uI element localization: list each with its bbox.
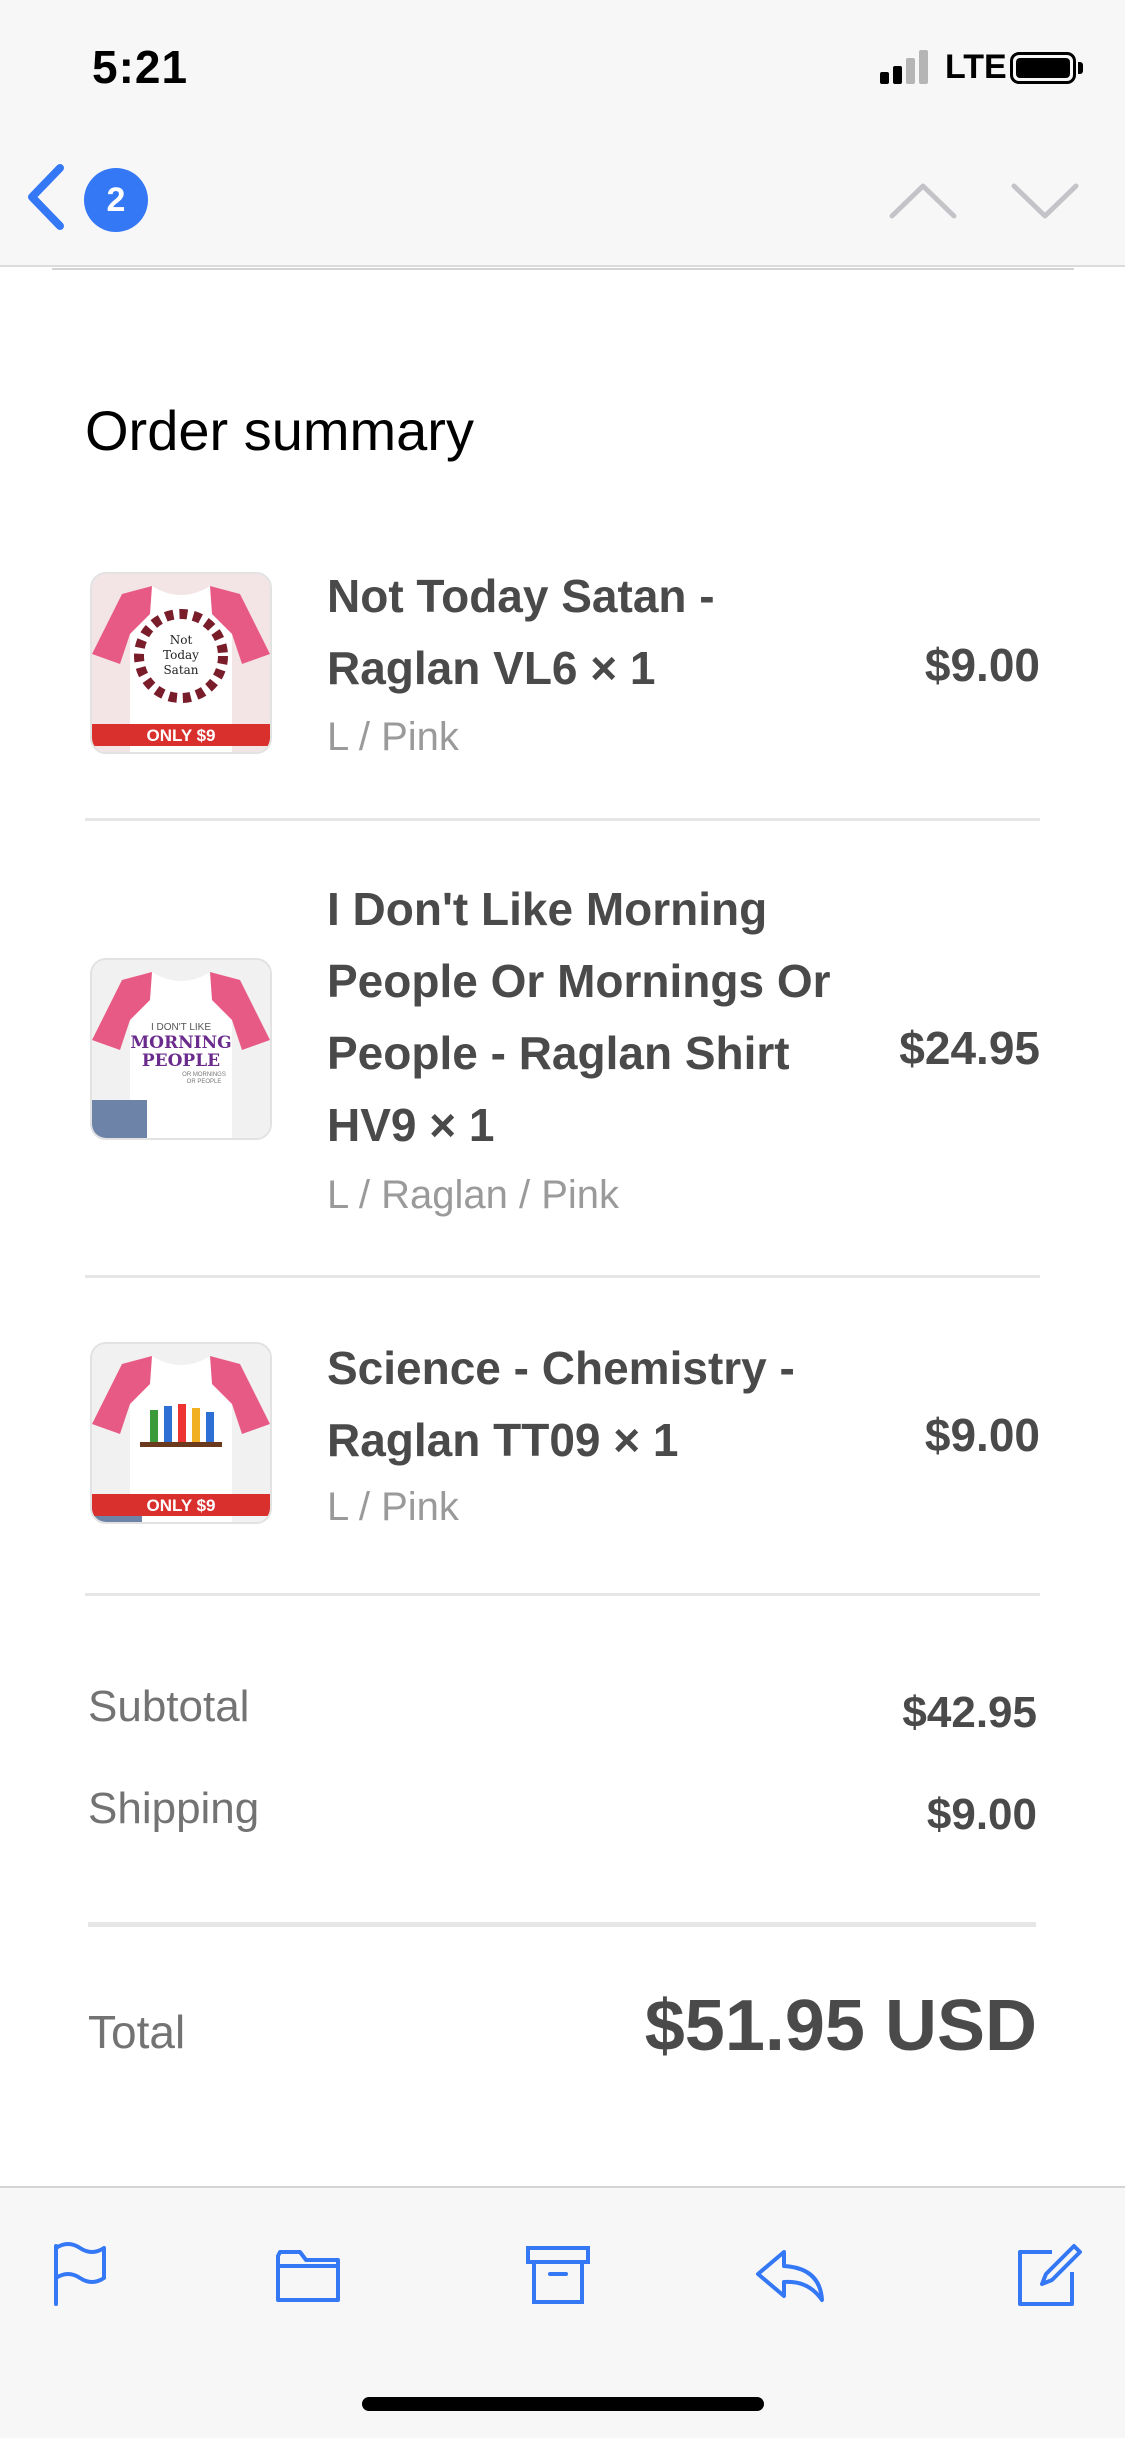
home-indicator[interactable]	[362, 2397, 764, 2411]
item-price: $9.00	[924, 639, 1040, 691]
nav-bar: 2	[0, 140, 1125, 267]
thumb-text: OR MORNINGS	[182, 1072, 226, 1078]
shirt-image: Not Today Satan ONLY $9	[92, 574, 270, 752]
back-chevron-icon[interactable]	[22, 162, 72, 232]
item-price: $9.00	[924, 1409, 1040, 1461]
total-label: Total	[88, 2006, 186, 2058]
status-bar: 5:21 LTE	[0, 0, 1125, 140]
status-time: 5:21	[92, 41, 189, 93]
product-thumbnail: I DON'T LIKE MORNING PEOPLE OR MORNINGS …	[90, 958, 272, 1140]
top-divider	[52, 268, 1074, 270]
item-divider	[85, 1593, 1040, 1596]
item-name: Not Today Satan - Raglan VL6 × 1	[327, 570, 715, 694]
chevron-down-icon[interactable]	[1010, 180, 1080, 220]
message-count-badge[interactable]: 2	[84, 168, 148, 232]
thumb-badge: ONLY $9	[147, 726, 216, 745]
shipping-label: Shipping	[88, 1784, 260, 1833]
battery-icon	[1010, 52, 1076, 84]
battery-tip	[1078, 62, 1083, 74]
thumb-text: PEOPLE	[142, 1051, 220, 1071]
compose-icon[interactable]	[1012, 2238, 1084, 2310]
item-name: I Don't Like Morning People Or Mornings …	[327, 883, 831, 1151]
total-value: $51.95 USD	[644, 1986, 1037, 2066]
subtotal-value: $42.95	[902, 1688, 1037, 1737]
item-name: Science - Chemistry - Raglan TT09 × 1	[327, 1342, 795, 1466]
item-variant: L / Pink	[327, 1485, 459, 1529]
product-thumbnail: ONLY $9	[90, 1342, 272, 1524]
thumb-text: Satan	[163, 663, 198, 677]
thumb-badge: ONLY $9	[147, 1496, 216, 1515]
product-thumbnail: Not Today Satan ONLY $9	[90, 572, 272, 754]
order-item: ONLY $9 Science - Chemistry - Raglan TT0…	[85, 1332, 1040, 1582]
thumb-text: Today	[163, 648, 199, 662]
order-item: I DON'T LIKE MORNING PEOPLE OR MORNINGS …	[85, 873, 1040, 1233]
signal-icon	[880, 50, 928, 84]
reply-icon[interactable]	[754, 2238, 826, 2310]
order-summary-title: Order summary	[85, 399, 474, 462]
subtotal-label: Subtotal	[88, 1682, 250, 1731]
total-divider	[88, 1922, 1036, 1927]
flag-icon[interactable]	[42, 2238, 114, 2310]
shipping-value: $9.00	[926, 1790, 1037, 1839]
order-item: Not Today Satan ONLY $9 Not Today Satan …	[85, 560, 1040, 810]
item-price: $24.95	[899, 1022, 1040, 1074]
thumb-text: MORNING	[130, 1033, 231, 1053]
item-divider	[85, 818, 1040, 821]
network-label: LTE	[945, 48, 1007, 86]
thumb-text: Not	[170, 633, 193, 647]
item-variant: L / Raglan / Pink	[327, 1173, 620, 1217]
item-divider	[85, 1275, 1040, 1278]
item-variant: L / Pink	[327, 715, 459, 759]
thumb-text: OR PEOPLE	[187, 1079, 222, 1085]
shirt-image: I DON'T LIKE MORNING PEOPLE OR MORNINGS …	[92, 960, 270, 1138]
shirt-image: ONLY $9	[92, 1344, 270, 1522]
folder-icon[interactable]	[272, 2238, 344, 2310]
chevron-up-icon[interactable]	[888, 180, 958, 220]
thumb-text: I DON'T LIKE	[151, 1022, 211, 1033]
archive-icon[interactable]	[522, 2238, 594, 2310]
